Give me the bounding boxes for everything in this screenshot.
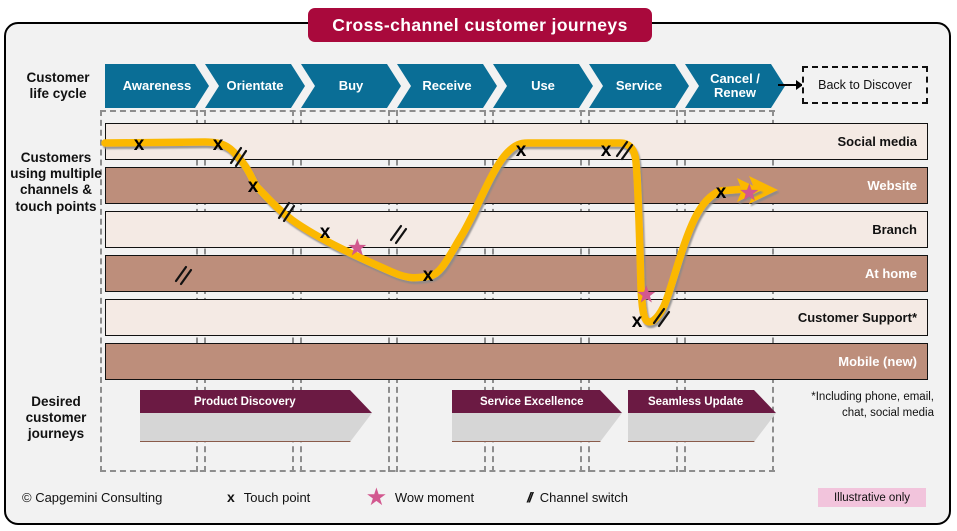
lifecycle-stage-cancel-renew[interactable]: Cancel / Renew bbox=[685, 64, 785, 108]
back-to-discover-box[interactable]: Back to Discover bbox=[802, 66, 928, 104]
diagram-canvas: Cross-channel customer journeys Customer… bbox=[0, 0, 957, 531]
customer-support-footnote: *Including phone, email, chat, social me… bbox=[811, 391, 934, 419]
slash-icon: // bbox=[527, 489, 533, 505]
desired-journeys-label: Desired customer journeys bbox=[25, 394, 87, 442]
stage-label: Use bbox=[531, 77, 555, 93]
channel-row-branch[interactable]: Branch bbox=[105, 211, 928, 248]
channel-row-label: Mobile (new) bbox=[838, 354, 917, 369]
legend-item-label: Wow moment bbox=[394, 489, 475, 505]
legend-item-wow-moment: ★ Wow moment bbox=[367, 485, 474, 509]
stage-label: Receive bbox=[422, 77, 472, 93]
journey-banner-service-excellence[interactable]: Service Excellence bbox=[452, 390, 622, 442]
cross-icon: x bbox=[227, 489, 235, 505]
page-title: Cross-channel customer journeys bbox=[308, 8, 652, 42]
legend-copyright: © Capgemini Consulting bbox=[22, 485, 162, 509]
journey-banner-title: Service Excellence bbox=[452, 390, 622, 413]
journey-banner-title: Seamless Update bbox=[628, 390, 776, 413]
channels-label: Customers using multiple channels & touc… bbox=[10, 150, 102, 214]
lifecycle-stage-service[interactable]: Service bbox=[589, 64, 689, 108]
lifecycle-label-line1: Customer bbox=[26, 70, 90, 86]
lifecycle-stage-receive[interactable]: Receive bbox=[397, 64, 497, 108]
channel-row-website[interactable]: Website bbox=[105, 167, 928, 204]
channel-row-mobile-new[interactable]: Mobile (new) bbox=[105, 343, 928, 380]
lifecycle-stage-buy[interactable]: Buy bbox=[301, 64, 401, 108]
journey-banner-body bbox=[452, 413, 622, 442]
legend-item-touch-point: x Touch point bbox=[227, 485, 310, 509]
stage-label: Buy bbox=[338, 77, 364, 93]
lifecycle-stage-use[interactable]: Use bbox=[493, 64, 593, 108]
journey-banner-body bbox=[140, 413, 372, 442]
channel-row-at-home[interactable]: At home bbox=[105, 255, 928, 292]
journey-banner-title: Product Discovery bbox=[140, 390, 372, 413]
channel-row-label: Social media bbox=[837, 134, 917, 149]
channel-row-social-media[interactable]: Social media bbox=[105, 123, 928, 160]
lifecycle-label: Customer life cycle bbox=[18, 64, 98, 108]
grid-top-edge bbox=[100, 110, 775, 112]
legend-item-channel-switch: // Channel switch bbox=[527, 485, 628, 509]
illustrative-only-badge: Illustrative only bbox=[818, 488, 926, 507]
grid-bottom-edge bbox=[100, 470, 775, 472]
channel-row-label: Customer Support* bbox=[797, 310, 917, 325]
channel-row-label: At home bbox=[865, 266, 917, 281]
journey-banner-body bbox=[628, 413, 776, 442]
lifecycle-chevron-bar: Awareness Orientate Buy Receive Use Serv… bbox=[105, 64, 775, 108]
star-icon: ★ bbox=[367, 485, 386, 509]
lifecycle-stage-awareness[interactable]: Awareness bbox=[105, 64, 209, 108]
journey-banner-seamless-update[interactable]: Seamless Update bbox=[628, 390, 776, 442]
channel-row-label: Branch bbox=[872, 222, 917, 237]
legend-item-label: Touch point bbox=[243, 489, 311, 505]
legend-copyright-text: © Capgemini Consulting bbox=[22, 489, 163, 505]
back-to-discover-arrow-icon bbox=[778, 80, 803, 90]
stage-label: Cancel / Renew bbox=[710, 70, 760, 100]
legend-bar: © Capgemini Consulting x Touch point ★ W… bbox=[22, 485, 932, 509]
channel-row-customer-support[interactable]: Customer Support* bbox=[105, 299, 928, 336]
lifecycle-label-line2: life cycle bbox=[29, 86, 87, 101]
stage-label: Orientate bbox=[226, 77, 284, 93]
stage-label: Service bbox=[615, 77, 663, 93]
legend-item-label: Channel switch bbox=[539, 489, 628, 505]
lifecycle-stage-orientate[interactable]: Orientate bbox=[205, 64, 305, 108]
journey-banner-product-discovery[interactable]: Product Discovery bbox=[140, 390, 372, 442]
channel-row-label: Website bbox=[867, 178, 917, 193]
stage-label: Awareness bbox=[122, 77, 192, 93]
